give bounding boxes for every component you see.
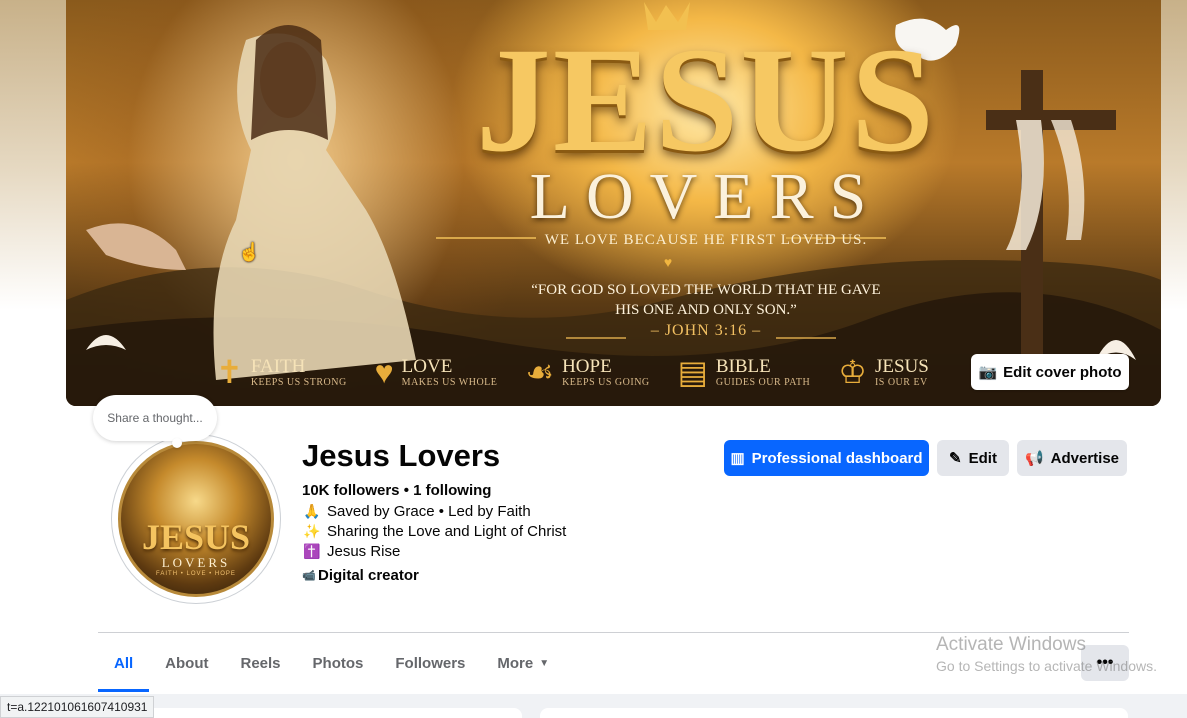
page-title: Jesus Lovers [302,438,501,473]
value-sub: MAKES US WHOLE [401,376,498,388]
value-title: HOPE [562,355,612,377]
value-title: BIBLE [715,355,771,377]
caret-down-icon: ▼ [539,657,550,669]
crown-icon: ♔ [838,354,867,390]
left-card-edge [130,708,522,718]
edit-button[interactable]: ✎ Edit [937,440,1009,476]
cross-icon: ✝ [216,354,243,390]
video-camera-icon: 📹 [302,570,316,582]
bio-line: ✨ Sharing the Love and Light of Christ [302,523,566,540]
cover-quote-line1: “FOR GOD SO LOVED THE WORLD THAT HE GAVE [531,282,881,298]
edit-label: Edit [968,449,997,467]
cover-quote-line2: HIS ONE AND ONLY SON.” [615,302,797,318]
edit-cover-photo-label: Edit cover photo [1003,363,1122,381]
cover-tagline: WE LOVE BECAUSE HE FIRST LOVED US. [544,232,868,248]
value-hope: ☙ HOPE KEEPS US GOING [525,352,649,392]
profile-tabs: All About Reels Photos Followers More ▼ [98,640,565,692]
advertise-label: Advertise [1050,449,1120,467]
activate-windows-title: Activate Windows [936,634,1086,655]
praying-hands-icon: 🙏 [303,503,321,519]
professional-dashboard-label: Professional dashboard [751,449,923,467]
status-bar-url: t=a.122101061607410931 [0,696,155,718]
thought-bubble-tail [172,438,182,448]
latin-cross-icon: ✝️ [303,543,321,559]
tab-more[interactable]: More ▼ [481,640,565,686]
value-sub: KEEPS US GOING [562,376,650,388]
value-title: JESUS [874,355,929,377]
category-text: Digital creator [318,567,419,584]
bio-line: 🙏 Saved by Grace • Led by Faith [302,503,531,520]
avatar-title: JESUS [141,517,251,557]
value-bible: ▤ BIBLE GUIDES OUR PATH [678,352,811,392]
follower-stats[interactable]: 10K followers • 1 following [302,482,491,499]
edit-cover-photo-button[interactable]: 📷 Edit cover photo [971,354,1129,390]
tab-photos[interactable]: Photos [297,640,380,686]
tab-label: Photos [312,654,364,672]
tabs-divider [98,632,1129,633]
value-love: ♥ LOVE MAKES US WHOLE [375,352,498,392]
tab-followers[interactable]: Followers [379,640,481,686]
professional-dashboard-button[interactable]: ▥ Professional dashboard [724,440,929,476]
tab-reels[interactable]: Reels [225,640,297,686]
praying-hands-icon: ☙ [525,354,555,390]
megaphone-icon: 📢 [1024,450,1044,467]
share-thought-bubble[interactable]: Share a thought... [93,395,217,441]
value-jesus: ♔ JESUS IS OUR EV [838,352,929,392]
bio-text: Sharing the Love and Light of Christ [327,523,567,540]
cover-quote: “FOR GOD SO LOVED THE WORLD THAT HE GAVE… [466,280,946,320]
value-title: FAITH [250,355,306,377]
bar-chart-icon: ▥ [730,450,745,467]
tab-label: About [165,654,209,672]
cover-heart-icon: ♥ [663,254,673,270]
advertise-button[interactable]: 📢 Advertise [1017,440,1127,476]
cover-photo[interactable]: JESUS LOVERS WE LOVE BECAUSE HE FIRST LO… [66,0,1161,406]
hand-cursor-icon: ☝ [238,242,261,262]
sparkles-icon: ✨ [303,523,321,539]
bio-line: ✝️ Jesus Rise [302,543,400,560]
avatar-sub: LOVERS [161,555,231,570]
heart-icon: ♥ [374,354,394,390]
cover-title-big: JESUS [475,17,937,183]
tab-label: Followers [395,654,466,672]
bible-icon: ▤ [677,354,708,390]
cover-verse: – JOHN 3:16 – [650,322,762,339]
camera-icon: 📷 [978,364,998,381]
page-category: 📹 Digital creator [302,567,419,584]
tab-label: Reels [240,654,281,672]
value-title: LOVE [401,355,453,377]
value-sub: GUIDES OUR PATH [715,376,811,388]
tab-about[interactable]: About [149,640,224,686]
value-sub: IS OUR EV [874,376,928,388]
activate-windows-subtitle: Go to Settings to activate Windows. [936,658,1157,674]
tab-label: All [114,654,134,672]
value-faith: ✝ FAITH KEEPS US STRONG [216,352,347,392]
tab-label: More [497,654,534,672]
bio-text: Saved by Grace • Led by Faith [327,503,531,520]
tab-all[interactable]: All [98,640,150,692]
pencil-icon: ✎ [949,450,962,467]
avatar-tiny: FAITH • LOVE • HOPE [156,571,236,577]
share-thought-placeholder: Share a thought... [107,411,203,425]
cover-title-small: LOVERS [529,160,883,233]
value-sub: KEEPS US STRONG [250,376,347,388]
right-card-edge [540,708,1128,718]
profile-avatar[interactable]: JESUS LOVERS FAITH • LOVE • HOPE [118,441,274,597]
bio-text: Jesus Rise [327,543,401,560]
